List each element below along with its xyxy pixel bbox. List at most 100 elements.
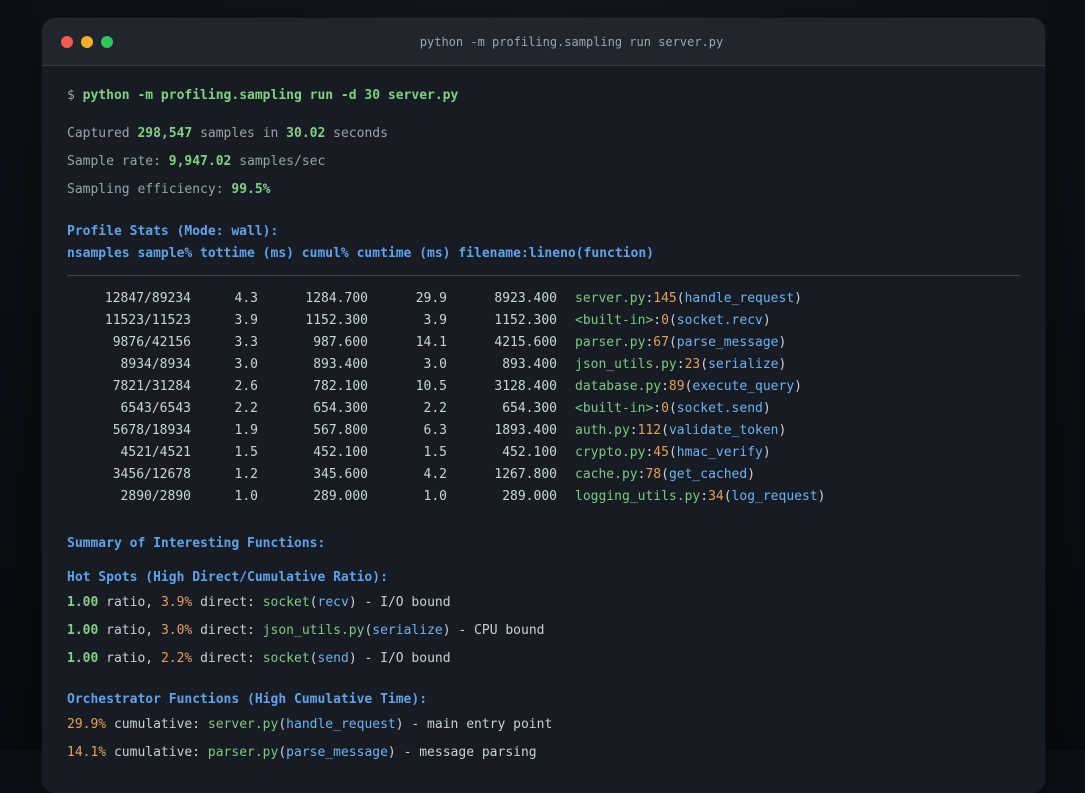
lineno: 0 xyxy=(661,401,669,416)
function-name: socket.recv xyxy=(676,313,763,328)
text-segment: ( xyxy=(309,651,318,666)
cumtime-cell: 452.100 xyxy=(502,445,557,460)
filename: auth.py xyxy=(575,423,630,438)
function-name: execute_query xyxy=(692,379,795,394)
terminal-body[interactable]: $ python -m profiling.sampling run -d 30… xyxy=(42,66,1045,763)
text-segment: ( xyxy=(668,401,677,416)
text-segment: ) xyxy=(778,423,787,438)
text-segment: socket xyxy=(262,595,310,610)
minimize-button-icon[interactable] xyxy=(81,35,93,48)
text-segment: direct: xyxy=(192,623,263,638)
text-segment: ) xyxy=(348,651,357,666)
orchestrators-heading: Orchestrator Functions (High Cumulative … xyxy=(67,692,428,707)
table-row: 5678/18934 1.9 567.800 6.3 1893.400 auth.py:1… xyxy=(67,420,1020,442)
text-segment: ) xyxy=(442,623,451,638)
tottime-cell: 289.000 xyxy=(313,489,368,504)
sample-pct-cell: 1.2 xyxy=(234,467,258,482)
orchestrator-line: 29.9% cumulative: server.py(handle_reque… xyxy=(67,715,1020,735)
lineno: 23 xyxy=(684,357,701,372)
text-segment: ) xyxy=(387,745,396,760)
sample-pct-cell: 1.5 xyxy=(234,445,258,460)
cumul-pct-cell: 14.1 xyxy=(415,335,447,350)
profile-table: 12847/89234 4.3 1284.700 29.9 8923.400 server… xyxy=(67,288,1020,508)
cumul-pct-cell: 1.5 xyxy=(423,445,447,460)
nsamples-cell: 3456/12678 xyxy=(112,467,191,482)
text-segment: ) xyxy=(762,401,771,416)
filename: server.py xyxy=(575,291,646,306)
cumul-pct-cell: 3.0 xyxy=(423,357,447,372)
window-title: python -m profiling.sampling run server.… xyxy=(419,34,724,49)
text-segment: ratio, xyxy=(98,623,161,638)
hot-spot-line: 1.00 ratio, 2.2% direct: socket(send) - … xyxy=(67,649,1020,669)
text-segment: ( xyxy=(278,745,287,760)
text-segment: - main entry point xyxy=(403,717,553,732)
cumtime-cell: 3128.400 xyxy=(494,379,557,394)
stat-line: Captured 298,547 samples in 30.02 second… xyxy=(67,124,1020,144)
hot-spots-list: 1.00 ratio, 3.9% direct: socket(recv) - … xyxy=(67,593,1020,669)
text-segment: ( xyxy=(661,423,669,438)
function-name: handle_request xyxy=(684,291,795,306)
lineno: 45 xyxy=(653,445,669,460)
command-line: $ python -m profiling.sampling run -d 30… xyxy=(67,86,1020,106)
function-name: get_cached xyxy=(668,467,748,482)
filename: <built-in> xyxy=(575,401,654,416)
function-location-cell: auth.py:112(validate_token) xyxy=(575,420,786,442)
sample-pct-cell: 1.9 xyxy=(234,423,258,438)
text-segment: 3.0% xyxy=(160,623,193,638)
text-segment: seconds xyxy=(325,126,388,141)
text-segment: json_utils.py xyxy=(262,623,365,638)
filename: json_utils.py xyxy=(575,357,677,372)
cumul-pct-cell: 4.2 xyxy=(423,467,447,482)
filename: cache.py xyxy=(575,467,638,482)
text-segment: Sample rate: xyxy=(67,154,169,169)
function-name: log_request xyxy=(731,489,818,504)
function-location-cell: cache.py:78(get_cached) xyxy=(575,464,755,486)
cumtime-cell: 8923.400 xyxy=(494,291,557,306)
profile-columns-header: nsamples sample% tottime (ms) cumul% cum… xyxy=(67,246,654,261)
nsamples-cell: 9876/42156 xyxy=(112,335,191,350)
window-controls xyxy=(61,18,113,65)
text-segment: 3.9% xyxy=(160,595,193,610)
text-segment: 9,947.02 xyxy=(168,154,232,169)
orchestrator-line: 14.1% cumulative: parser.py(parse_messag… xyxy=(67,743,1020,763)
text-segment: socket xyxy=(262,651,310,666)
text-segment: ) xyxy=(794,291,802,306)
function-location-cell: database.py:89(execute_query) xyxy=(575,376,802,398)
text-segment: ( xyxy=(723,489,732,504)
nsamples-cell: 4521/4521 xyxy=(120,445,191,460)
nsamples-cell: 12847/89234 xyxy=(104,291,191,306)
lineno: 0 xyxy=(661,313,669,328)
function-name: serialize xyxy=(708,357,779,372)
tottime-cell: 452.100 xyxy=(313,445,368,460)
tottime-cell: 782.100 xyxy=(313,379,368,394)
function-name: socket.send xyxy=(676,401,763,416)
hot-spots-heading: Hot Spots (High Direct/Cumulative Ratio)… xyxy=(67,570,388,585)
stat-line: Sampling efficiency: 99.5% xyxy=(67,180,1020,200)
close-button-icon[interactable] xyxy=(61,35,73,48)
sample-pct-cell: 3.0 xyxy=(234,357,258,372)
text-segment: ) xyxy=(747,467,756,482)
sample-pct-cell: 4.3 xyxy=(234,291,258,306)
terminal-window: python -m profiling.sampling run server.… xyxy=(42,18,1045,793)
cumtime-cell: 289.000 xyxy=(502,489,557,504)
nsamples-cell: 6543/6543 xyxy=(120,401,191,416)
cumtime-cell: 1267.800 xyxy=(494,467,557,482)
cumtime-cell: 4215.600 xyxy=(494,335,557,350)
filename: <built-in> xyxy=(575,313,654,328)
text-segment: ) xyxy=(778,357,787,372)
text-segment: Sampling efficiency: xyxy=(67,182,232,197)
text-segment: - message parsing xyxy=(395,745,537,760)
text-segment: : xyxy=(653,313,662,328)
function-location-cell: json_utils.py:23(serialize) xyxy=(575,354,786,376)
maximize-button-icon[interactable] xyxy=(101,35,113,48)
cumul-pct-cell: 6.3 xyxy=(423,423,447,438)
titlebar[interactable]: python -m profiling.sampling run server.… xyxy=(42,18,1045,66)
cumtime-cell: 1152.300 xyxy=(494,313,557,328)
tottime-cell: 893.400 xyxy=(313,357,368,372)
cumul-pct-cell: 3.9 xyxy=(423,313,447,328)
text-segment: ( xyxy=(309,595,318,610)
text-segment: server.py xyxy=(207,717,279,732)
cumtime-cell: 654.300 xyxy=(502,401,557,416)
lineno: 89 xyxy=(668,379,685,394)
lineno: 145 xyxy=(653,291,677,306)
